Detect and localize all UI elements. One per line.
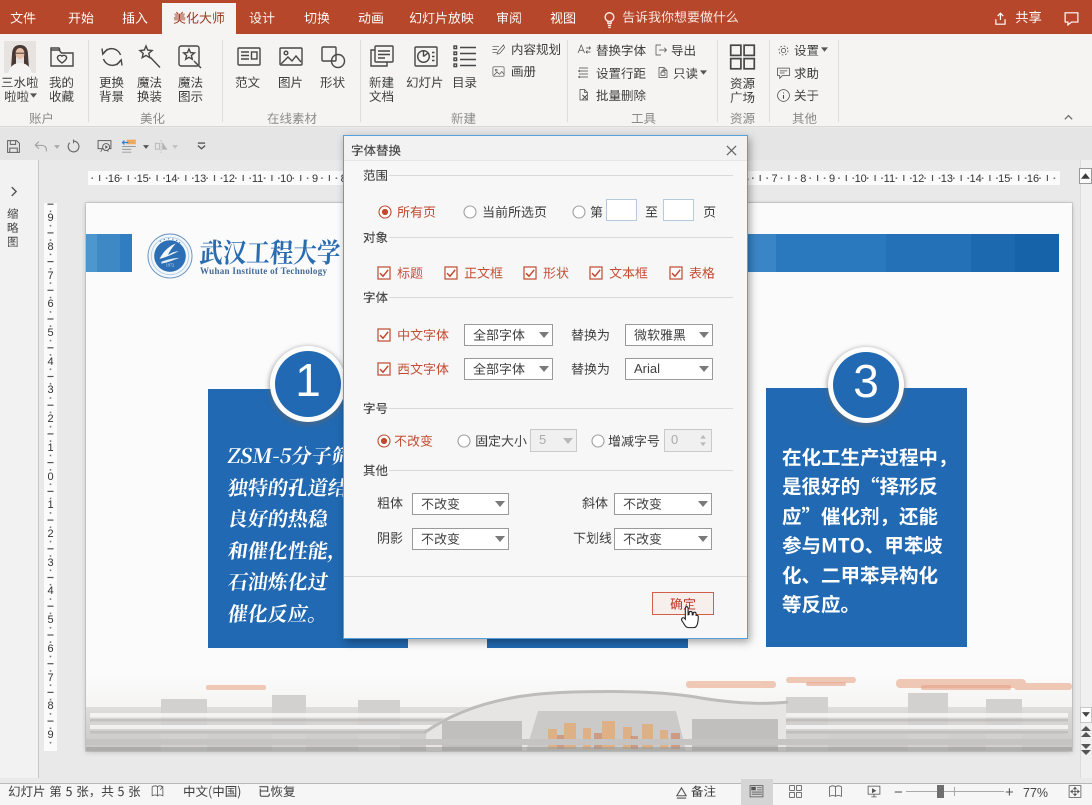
- svg-text:1972: 1972: [166, 263, 175, 268]
